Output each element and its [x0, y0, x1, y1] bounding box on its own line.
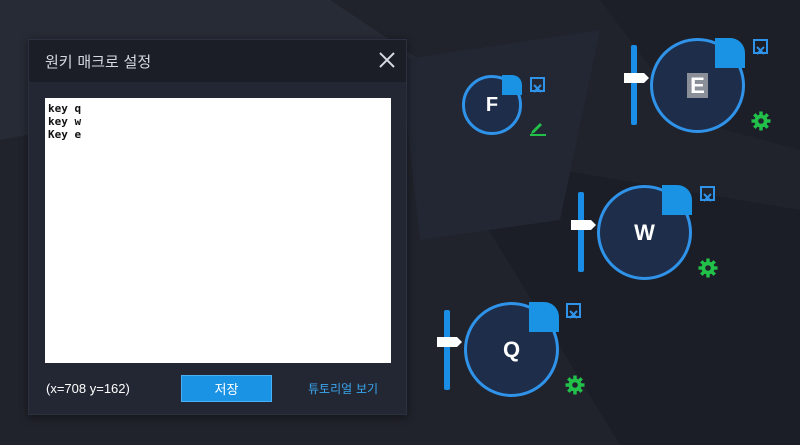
dialog-header: 원키 매크로 설정 — [29, 40, 406, 82]
save-button[interactable]: 저장 — [181, 375, 272, 402]
key-e-gear-icon[interactable] — [751, 111, 771, 131]
key-q-label: Q — [502, 337, 521, 362]
key-e-slider-handle[interactable] — [624, 73, 649, 83]
close-icon[interactable] — [376, 49, 398, 71]
close-icon — [533, 84, 542, 93]
close-icon — [756, 46, 765, 55]
key-f-label: F — [485, 94, 499, 116]
key-e-remove-icon[interactable] — [753, 39, 768, 55]
key-e-label: E — [687, 73, 708, 98]
close-icon — [703, 193, 712, 202]
key-w-slider-track[interactable] — [578, 192, 584, 272]
key-f-widget[interactable]: F — [462, 75, 522, 135]
pencil-icon[interactable] — [529, 118, 547, 136]
key-f-remove-icon[interactable] — [530, 77, 545, 93]
key-q-widget[interactable]: Q — [464, 302, 559, 397]
key-w-label: W — [634, 220, 655, 245]
coordinates-readout: (x=708 y=162) — [46, 381, 130, 396]
dialog-title: 원키 매크로 설정 — [45, 53, 152, 71]
key-w-gear-icon[interactable] — [698, 258, 718, 278]
key-e-widget[interactable]: E — [650, 38, 745, 133]
key-q-slider-track[interactable] — [444, 310, 450, 390]
key-w-widget[interactable]: W — [597, 185, 692, 280]
key-e-slider-track[interactable] — [631, 45, 637, 125]
macro-settings-dialog: 원키 매크로 설정 (x=708 y=162) 저장 튜토리얼 보기 — [28, 39, 407, 415]
macro-editor[interactable] — [45, 98, 391, 363]
key-q-gear-icon[interactable] — [565, 375, 585, 395]
key-w-remove-icon[interactable] — [700, 186, 715, 202]
tutorial-link[interactable]: 튜토리얼 보기 — [308, 380, 378, 397]
key-q-slider-handle[interactable] — [437, 337, 462, 347]
key-q-remove-icon[interactable] — [566, 303, 581, 319]
close-icon — [569, 310, 578, 319]
key-w-slider-handle[interactable] — [571, 220, 596, 230]
